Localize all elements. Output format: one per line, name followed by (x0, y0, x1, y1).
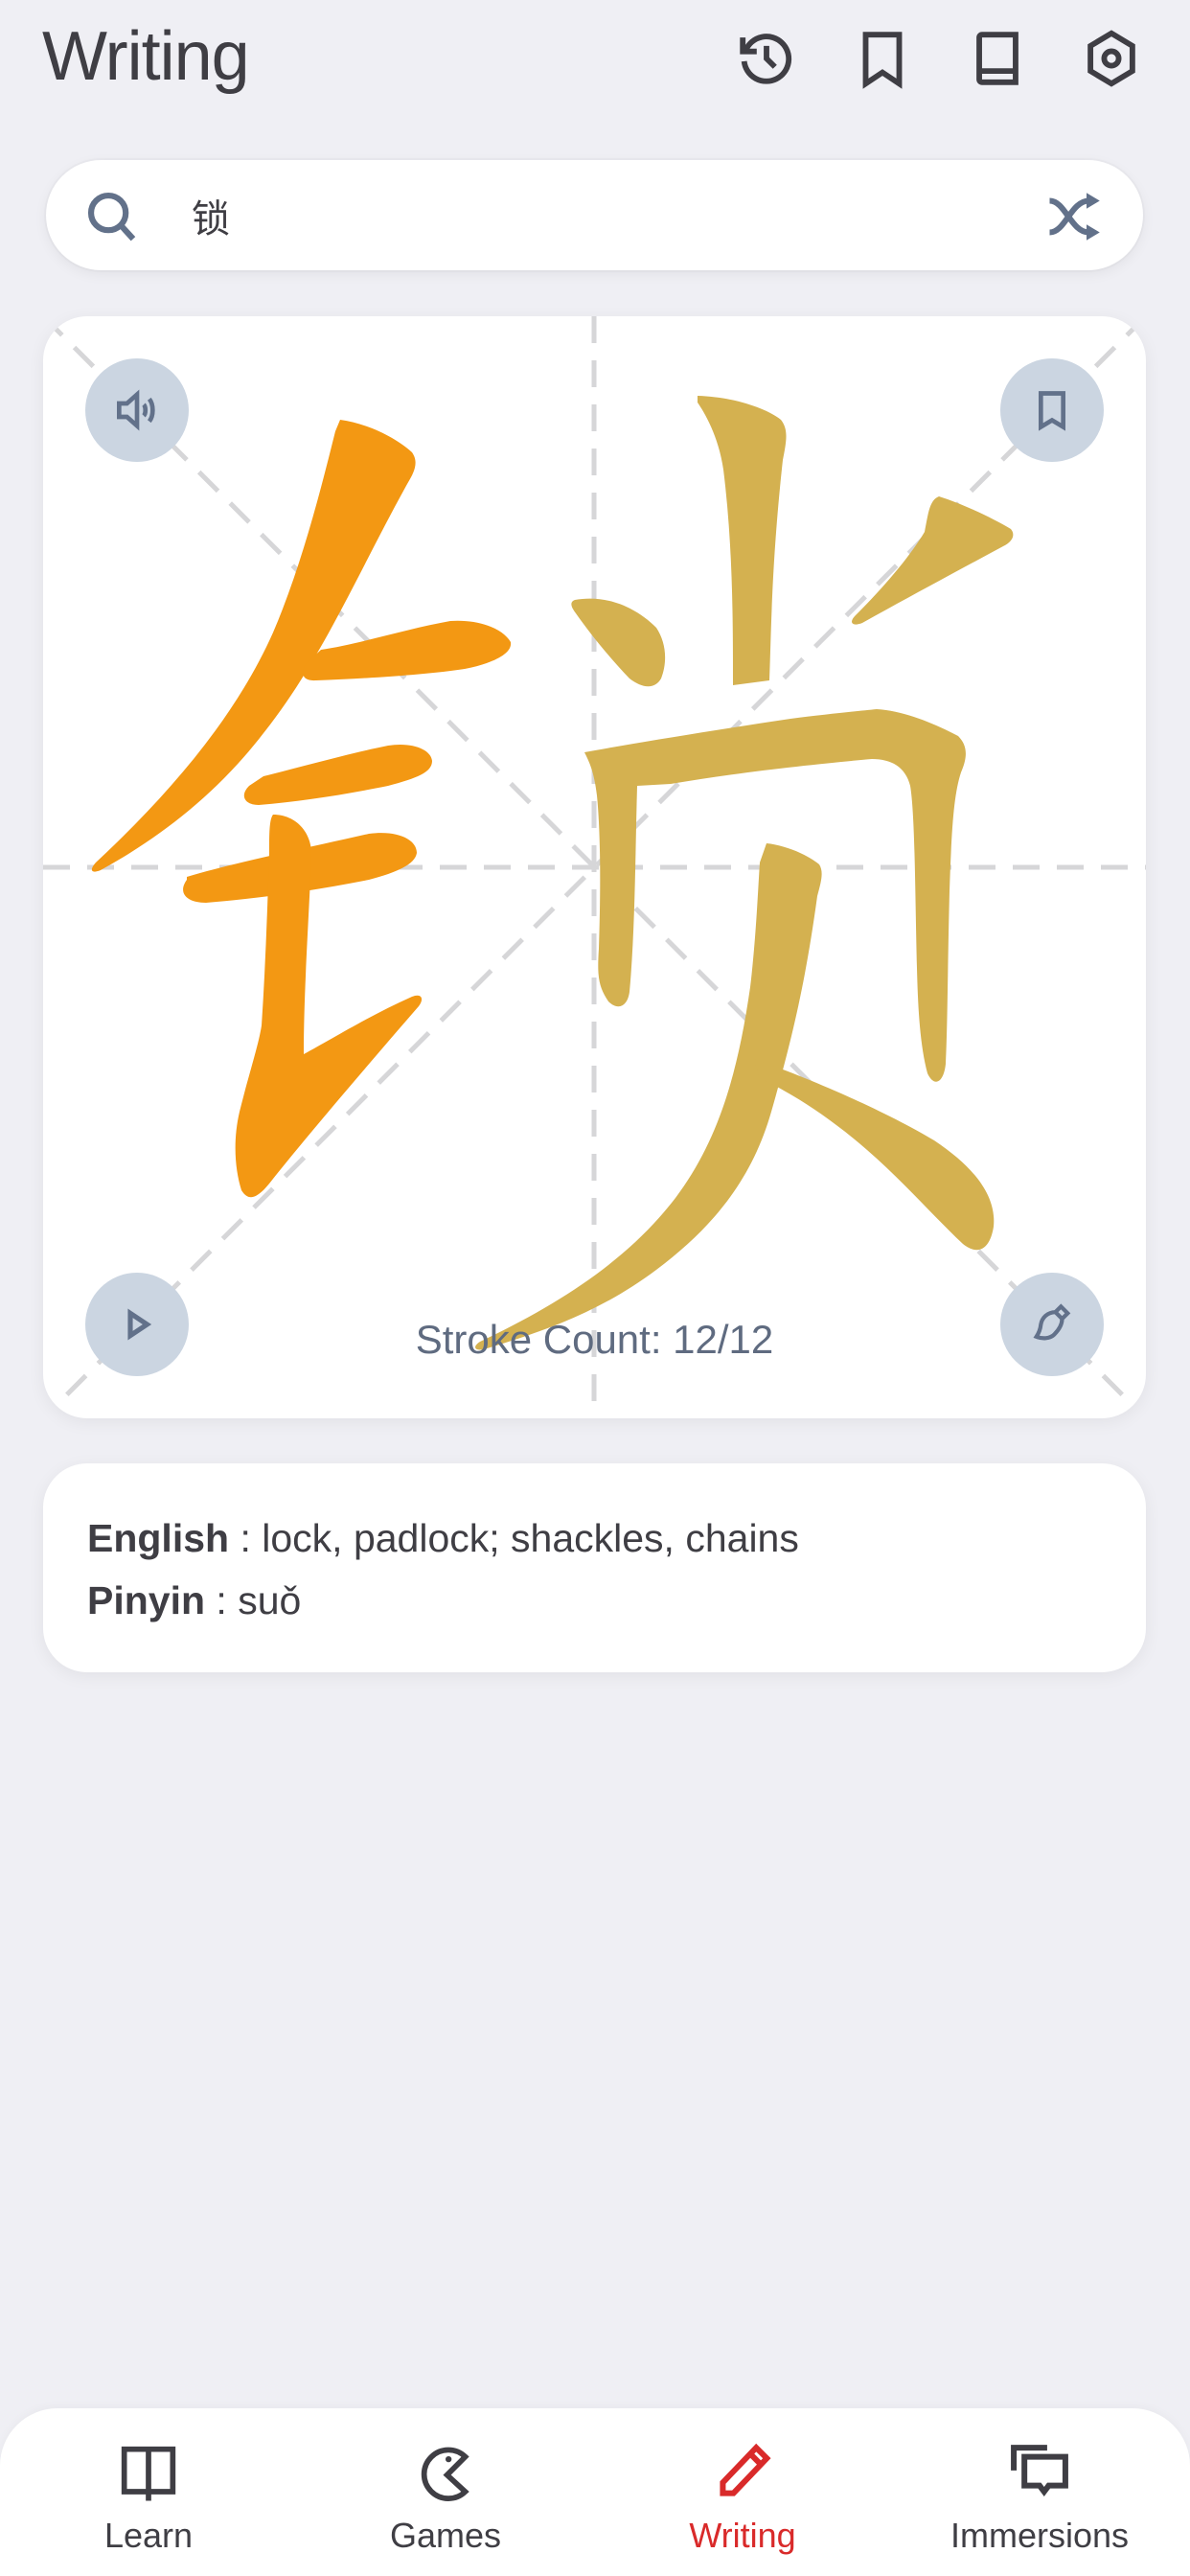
stroke-11 (754, 1059, 995, 1251)
search-input[interactable] (190, 181, 1037, 250)
character-canvas[interactable]: Stroke Count: 12/12 (43, 316, 1146, 1418)
nav-item-games[interactable]: Games (297, 2408, 594, 2576)
nav-label: Games (389, 2516, 502, 2555)
radical-strokes (91, 420, 512, 1198)
component-strokes (475, 396, 1014, 1350)
pinyin-label: Pinyin (87, 1578, 206, 1622)
nav-label: Writing (689, 2516, 796, 2555)
shuffle-icon[interactable] (1042, 185, 1110, 248)
dictionary-button[interactable] (964, 25, 1031, 92)
stroke-6 (698, 396, 787, 685)
english-row: English : lock, padlock; shackles, chain… (87, 1509, 799, 1567)
settings-button[interactable] (1078, 25, 1145, 92)
stroke-3 (243, 744, 432, 805)
saved-button[interactable] (849, 25, 916, 92)
stroke-7 (571, 598, 666, 687)
pronounce-button[interactable] (85, 358, 189, 462)
definition-card: English : lock, padlock; shackles, chain… (43, 1463, 1146, 1672)
stroke-8 (852, 496, 1014, 625)
settings-icon (1087, 30, 1135, 87)
nav-label: Immersions (950, 2516, 1130, 2555)
history-icon (740, 34, 792, 84)
guide-grid (43, 316, 1146, 1418)
nav-item-learn[interactable]: Learn (0, 2408, 297, 2576)
english-label: English (87, 1516, 230, 1560)
chat-bubbles-icon (1011, 2445, 1068, 2497)
bottom-nav: Learn Games Writing Immersions (0, 2408, 1190, 2576)
pencil-icon (720, 2443, 771, 2496)
stroke-count: Stroke Count: 12/12 (415, 1317, 774, 1362)
search-icon[interactable] (82, 187, 142, 246)
page-title: Writing (42, 18, 250, 95)
pacman-icon (421, 2447, 469, 2501)
search-bar (46, 160, 1143, 270)
open-book-icon (121, 2446, 176, 2501)
nav-item-immersions[interactable]: Immersions (891, 2408, 1188, 2576)
history-button[interactable] (733, 25, 800, 92)
pinyin-value: : suǒ (205, 1578, 302, 1622)
speaker-icon (117, 389, 155, 431)
bookmark-icon (862, 32, 903, 89)
nav-item-writing[interactable]: Writing (594, 2408, 891, 2576)
stroke-2 (303, 620, 512, 681)
bookmark-icon (1039, 391, 1065, 431)
english-value: : lock, padlock; shackles, chains (229, 1516, 799, 1560)
nav-label: Learn (103, 2516, 194, 2555)
pinyin-row: Pinyin : suǒ (87, 1572, 301, 1629)
book-icon (976, 32, 1018, 85)
bookmark-character-button[interactable] (1000, 358, 1104, 462)
